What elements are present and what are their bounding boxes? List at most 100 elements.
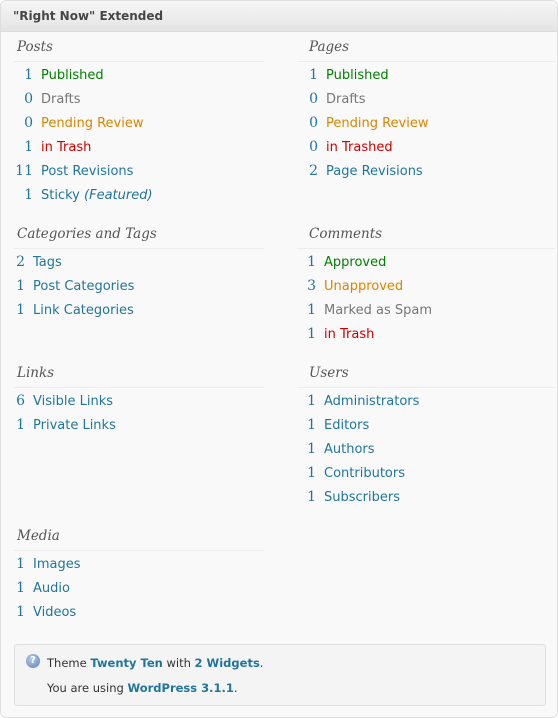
pages-pending-count[interactable]: 0 (297, 111, 318, 135)
editors-row: 1 Editors (297, 413, 555, 437)
media-section: Media 1 Images 1 Audio 1 Videos (14, 522, 264, 624)
images-row: 1 Images (14, 552, 264, 576)
pages-published-count[interactable]: 1 (297, 63, 318, 87)
contributors-link[interactable]: Contributors (324, 466, 405, 481)
images-link[interactable]: Images (33, 557, 81, 572)
theme-prefix: Theme (47, 656, 87, 670)
pages-drafts-count[interactable]: 0 (297, 87, 318, 111)
subscribers-count[interactable]: 1 (297, 485, 316, 509)
theme-info-box: ? Theme Twenty Ten with 2 Widgets. You a… (14, 644, 546, 706)
comments-spam-count[interactable]: 1 (297, 298, 316, 322)
comments-spam-row: 1 Marked as Spam (297, 298, 555, 322)
version-line: You are using WordPress 3.1.1. (47, 680, 238, 696)
videos-link[interactable]: Videos (33, 605, 76, 620)
posts-published-count[interactable]: 1 (14, 63, 33, 87)
posts-heading: Posts (14, 33, 264, 62)
authors-link[interactable]: Authors (324, 442, 375, 457)
posts-sticky-row: 1 Sticky (Featured) (14, 183, 264, 207)
pages-revisions-link[interactable]: Page Revisions (326, 164, 423, 179)
visible-links-row: 6 Visible Links (14, 389, 264, 413)
pages-pending-link[interactable]: Pending Review (326, 116, 428, 131)
posts-drafts-row: 0 Drafts (14, 87, 264, 111)
visible-links-link[interactable]: Visible Links (33, 394, 113, 409)
editors-count[interactable]: 1 (297, 413, 316, 437)
videos-row: 1 Videos (14, 600, 264, 624)
pages-pending-row: 0 Pending Review (297, 111, 555, 135)
administrators-count[interactable]: 1 (297, 389, 316, 413)
posts-pending-count[interactable]: 0 (14, 111, 33, 135)
comments-unapproved-link[interactable]: Unapproved (324, 279, 403, 294)
posts-revisions-count[interactable]: 11 (14, 159, 33, 183)
link-categories-row: 1 Link Categories (14, 298, 264, 322)
tags-link[interactable]: Tags (33, 255, 62, 270)
version-line-end: . (233, 681, 238, 695)
posts-drafts-count[interactable]: 0 (14, 87, 33, 111)
comments-unapproved-row: 3 Unapproved (297, 274, 555, 298)
pages-trash-count[interactable]: 0 (297, 135, 318, 159)
pages-heading: Pages (297, 33, 555, 62)
posts-revisions-link[interactable]: Post Revisions (41, 164, 133, 179)
comments-trash-link[interactable]: in Trash (324, 327, 374, 342)
theme-with-text: with (166, 656, 191, 670)
link-categories-count[interactable]: 1 (14, 298, 25, 322)
subscribers-link[interactable]: Subscribers (324, 490, 400, 505)
categories-heading: Categories and Tags (14, 220, 264, 249)
audio-row: 1 Audio (14, 576, 264, 600)
right-now-extended-widget: "Right Now" Extended Posts 1 Published 0D… (0, 0, 558, 718)
posts-published-link[interactable]: Published (41, 68, 104, 83)
private-links-link[interactable]: Private Links (33, 418, 116, 433)
pages-drafts-link[interactable]: Drafts (326, 92, 366, 107)
widget-title[interactable]: "Right Now" Extended (1, 1, 557, 32)
media-heading: Media (14, 522, 264, 551)
comments-trash-count[interactable]: 1 (297, 322, 316, 346)
posts-sticky-link[interactable]: Sticky (41, 188, 80, 203)
comments-spam-link[interactable]: Marked as Spam (324, 303, 432, 318)
theme-name-link[interactable]: Twenty Ten (90, 656, 163, 670)
pages-drafts-row: 0 Drafts (297, 87, 555, 111)
pages-published-link[interactable]: Published (326, 68, 389, 83)
comments-heading: Comments (297, 220, 555, 249)
posts-sticky-count[interactable]: 1 (14, 183, 33, 207)
widgets-link[interactable]: 2 Widgets (195, 656, 260, 670)
posts-trash-link[interactable]: in Trash (41, 140, 91, 155)
posts-drafts-link[interactable]: Drafts (41, 92, 81, 107)
pages-revisions-count[interactable]: 2 (297, 159, 318, 183)
posts-pending-row: 0 Pending Review (14, 111, 264, 135)
audio-count[interactable]: 1 (14, 576, 25, 600)
authors-count[interactable]: 1 (297, 437, 316, 461)
videos-count[interactable]: 1 (14, 600, 25, 624)
theme-line-end: . (259, 656, 264, 670)
private-links-row: 1 Private Links (14, 413, 264, 437)
posts-revisions-row: 11 Post Revisions (14, 159, 264, 183)
contributors-count[interactable]: 1 (297, 461, 316, 485)
posts-sticky-featured-note: (Featured) (84, 188, 153, 203)
posts-trash-count[interactable]: 1 (14, 135, 33, 159)
pages-section: Pages 1 Published 0 Drafts 0 Pending Review… (297, 33, 555, 183)
comments-approved-link[interactable]: Approved (324, 255, 386, 270)
tags-row: 2 Tags (14, 250, 264, 274)
tags-count[interactable]: 2 (14, 250, 25, 274)
private-links-count[interactable]: 1 (14, 413, 25, 437)
posts-published-row: 1 Published (14, 63, 264, 87)
post-categories-count[interactable]: 1 (14, 274, 25, 298)
visible-links-count[interactable]: 6 (14, 389, 25, 413)
pages-published-row: 1 Published (297, 63, 555, 87)
pages-trash-row: 0 in Trashed (297, 135, 555, 159)
images-count[interactable]: 1 (14, 552, 25, 576)
posts-trash-row: 1 in Trash (14, 135, 264, 159)
comments-trash-row: 1 in Trash (297, 322, 555, 346)
pages-trash-link[interactable]: in Trashed (326, 140, 393, 155)
administrators-link[interactable]: Administrators (324, 394, 419, 409)
contributors-row: 1 Contributors (297, 461, 555, 485)
audio-link[interactable]: Audio (33, 581, 70, 596)
comments-approved-count[interactable]: 1 (297, 250, 316, 274)
wordpress-version-link[interactable]: WordPress 3.1.1 (127, 681, 233, 695)
posts-pending-link[interactable]: Pending Review (41, 116, 143, 131)
pages-revisions-row: 2 Page Revisions (297, 159, 555, 183)
editors-link[interactable]: Editors (324, 418, 369, 433)
subscribers-row: 1 Subscribers (297, 485, 555, 509)
post-categories-link[interactable]: Post Categories (33, 279, 134, 294)
administrators-row: 1 Administrators (297, 389, 555, 413)
link-categories-link[interactable]: Link Categories (33, 303, 134, 318)
comments-unapproved-count[interactable]: 3 (297, 274, 316, 298)
